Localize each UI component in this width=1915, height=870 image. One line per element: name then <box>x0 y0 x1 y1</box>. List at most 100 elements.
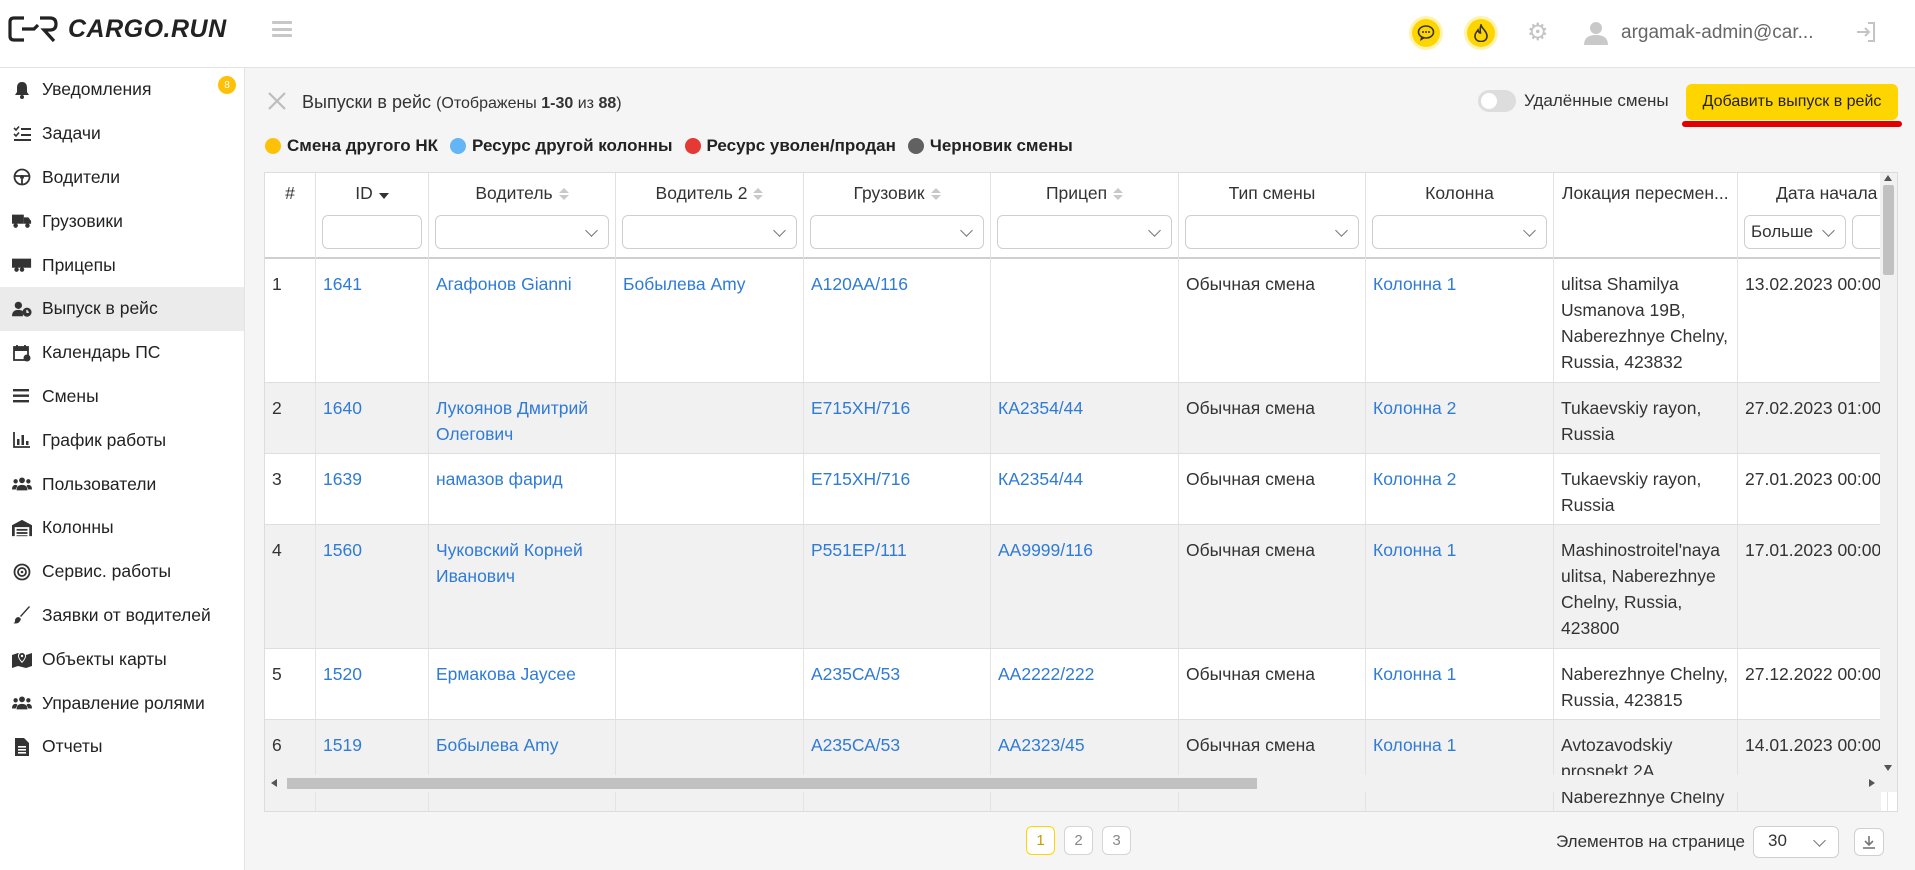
logout-icon[interactable] <box>1854 20 1878 44</box>
column-link[interactable]: Колонна 2 <box>1366 454 1554 524</box>
sidebar-item-requests[interactable]: Заявки от водителей <box>0 594 244 638</box>
driver-link[interactable]: намазов фарид <box>429 454 616 524</box>
sidebar-item-schedule[interactable]: График работы <box>0 418 244 462</box>
shift-type-filter-select[interactable] <box>1185 215 1359 249</box>
driver2-link[interactable] <box>616 525 804 648</box>
truck-link[interactable]: А235СА/53 <box>804 649 991 719</box>
scroll-thumb[interactable] <box>1883 185 1894 275</box>
row-id-link[interactable]: 1641 <box>316 259 429 382</box>
driver-link[interactable]: Ермакова Jaycee <box>429 649 616 719</box>
column-header-id[interactable]: ID <box>316 173 429 259</box>
sort-icon[interactable] <box>930 187 941 200</box>
scroll-up-icon[interactable] <box>1884 175 1892 181</box>
trailer-link[interactable]: КА2354/44 <box>991 383 1179 453</box>
fire-icon[interactable] <box>1467 19 1495 47</box>
column-link[interactable]: Колонна 1 <box>1366 525 1554 648</box>
table-row[interactable]: 4 1560 Чуковский Корней Иванович Р551ЕР/… <box>265 525 1888 649</box>
truck-link[interactable]: Е715ХН/716 <box>804 383 991 453</box>
driver2-link[interactable] <box>616 649 804 719</box>
scroll-left-icon[interactable] <box>271 779 277 787</box>
row-id-link[interactable]: 1520 <box>316 649 429 719</box>
close-icon[interactable] <box>266 90 288 112</box>
sidebar-item-reports[interactable]: Отчеты <box>0 725 244 769</box>
sidebar-item-columns[interactable]: Колонны <box>0 506 244 550</box>
sidebar-item-map-objects[interactable]: Объекты карты <box>0 637 244 681</box>
column-header-trailer[interactable]: Прицеп <box>991 173 1179 259</box>
driver2-link[interactable]: Бобылева Amy <box>616 259 804 382</box>
date-compare-select[interactable]: Больше <box>1744 215 1846 249</box>
sort-icon[interactable] <box>1113 187 1124 200</box>
table-row[interactable]: 1 1641 Агафонов Gianni Бобылева Amy А120… <box>265 259 1888 383</box>
page-button[interactable]: 2 <box>1064 826 1093 855</box>
truck-link[interactable]: А235СА/53 <box>804 720 991 811</box>
driver2-link[interactable] <box>616 720 804 811</box>
sidebar-item-notifications[interactable]: Уведомления 8 <box>0 68 244 112</box>
column-filter-select[interactable] <box>1372 215 1547 249</box>
column-link[interactable]: Колонна 2 <box>1366 383 1554 453</box>
toggle-switch[interactable] <box>1478 90 1516 112</box>
scroll-thumb[interactable] <box>287 778 1257 789</box>
trailer-filter-select[interactable] <box>997 215 1172 249</box>
scroll-down-icon[interactable] <box>1884 765 1892 771</box>
sort-icon[interactable] <box>558 187 569 200</box>
trailer-link[interactable] <box>991 259 1179 382</box>
sidebar-item-tasks[interactable]: Задачи <box>0 112 244 156</box>
row-id-link[interactable]: 1560 <box>316 525 429 648</box>
driver-link[interactable]: Чуковский Корней Иванович <box>429 525 616 648</box>
driver2-link[interactable] <box>616 454 804 524</box>
row-id-link[interactable]: 1519 <box>316 720 429 811</box>
menu-toggle-icon[interactable] <box>272 21 292 37</box>
per-page-select[interactable]: 30 <box>1753 826 1840 858</box>
driver-filter-select[interactable] <box>435 215 609 249</box>
column-link[interactable]: Колонна 1 <box>1366 720 1554 811</box>
sidebar-item-drivers[interactable]: Водители <box>0 156 244 200</box>
sidebar-item-shifts[interactable]: Смены <box>0 375 244 419</box>
driver2-link[interactable] <box>616 383 804 453</box>
sidebar-item-dispatch[interactable]: Выпуск в рейс <box>0 286 244 331</box>
sort-desc-icon[interactable] <box>378 192 389 199</box>
column-link[interactable]: Колонна 1 <box>1366 259 1554 382</box>
truck-link[interactable]: Е715ХН/716 <box>804 454 991 524</box>
table-row[interactable]: 2 1640 Лукоянов Дмитрий Олегович Е715ХН/… <box>265 383 1888 454</box>
sidebar-item-users[interactable]: Пользователи <box>0 462 244 506</box>
driver-link[interactable]: Бобылева Amy <box>429 720 616 811</box>
column-header-driver2[interactable]: Водитель 2 <box>616 173 804 259</box>
horizontal-scrollbar[interactable] <box>265 775 1897 792</box>
truck-link[interactable]: А120АА/116 <box>804 259 991 382</box>
logo[interactable]: CARGO.RUN <box>8 14 227 44</box>
download-icon[interactable] <box>1854 828 1884 856</box>
gear-icon[interactable]: ⚙ <box>1527 21 1551 45</box>
driver2-filter-select[interactable] <box>622 215 797 249</box>
column-link[interactable]: Колонна 1 <box>1366 649 1554 719</box>
sidebar-item-trailers[interactable]: Прицепы <box>0 243 244 287</box>
table-row[interactable]: 3 1639 намазов фарид Е715ХН/716 КА2354/4… <box>265 454 1888 525</box>
driver-link[interactable]: Агафонов Gianni <box>429 259 616 382</box>
chat-icon[interactable] <box>1412 19 1440 47</box>
vertical-scrollbar[interactable] <box>1880 173 1897 775</box>
table-row[interactable]: 6 1519 Бобылева Amy А235СА/53 АА2323/45 … <box>265 720 1888 811</box>
page-button[interactable]: 1 <box>1026 826 1055 855</box>
trailer-link[interactable]: АА2222/222 <box>991 649 1179 719</box>
sidebar-item-trucks[interactable]: Грузовики <box>0 199 244 243</box>
sidebar-item-calendar[interactable]: Календарь ПС <box>0 331 244 375</box>
sidebar-item-roles[interactable]: Управление ролями <box>0 681 244 725</box>
column-header-truck[interactable]: Грузовик <box>804 173 991 259</box>
row-id-link[interactable]: 1639 <box>316 454 429 524</box>
trailer-link[interactable]: АА2323/45 <box>991 720 1179 811</box>
add-dispatch-button[interactable]: Добавить выпуск в рейс <box>1686 84 1898 120</box>
page-button[interactable]: 3 <box>1102 826 1131 855</box>
sidebar-item-service[interactable]: Сервис. работы <box>0 550 244 594</box>
truck-link[interactable]: Р551ЕР/111 <box>804 525 991 648</box>
sort-icon[interactable] <box>753 187 764 200</box>
trailer-link[interactable]: КА2354/44 <box>991 454 1179 524</box>
table-row[interactable]: 5 1520 Ермакова Jaycee А235СА/53 АА2222/… <box>265 649 1888 720</box>
scroll-right-icon[interactable] <box>1869 779 1875 787</box>
deleted-shifts-toggle[interactable]: Удалённые смены <box>1478 90 1669 112</box>
truck-filter-select[interactable] <box>810 215 984 249</box>
trailer-link[interactable]: АА9999/116 <box>991 525 1179 648</box>
user-menu[interactable]: argamak-admin@car... <box>1583 20 1813 46</box>
id-filter-input[interactable] <box>322 215 422 249</box>
row-id-link[interactable]: 1640 <box>316 383 429 453</box>
column-header-driver[interactable]: Водитель <box>429 173 616 259</box>
driver-link[interactable]: Лукоянов Дмитрий Олегович <box>429 383 616 453</box>
